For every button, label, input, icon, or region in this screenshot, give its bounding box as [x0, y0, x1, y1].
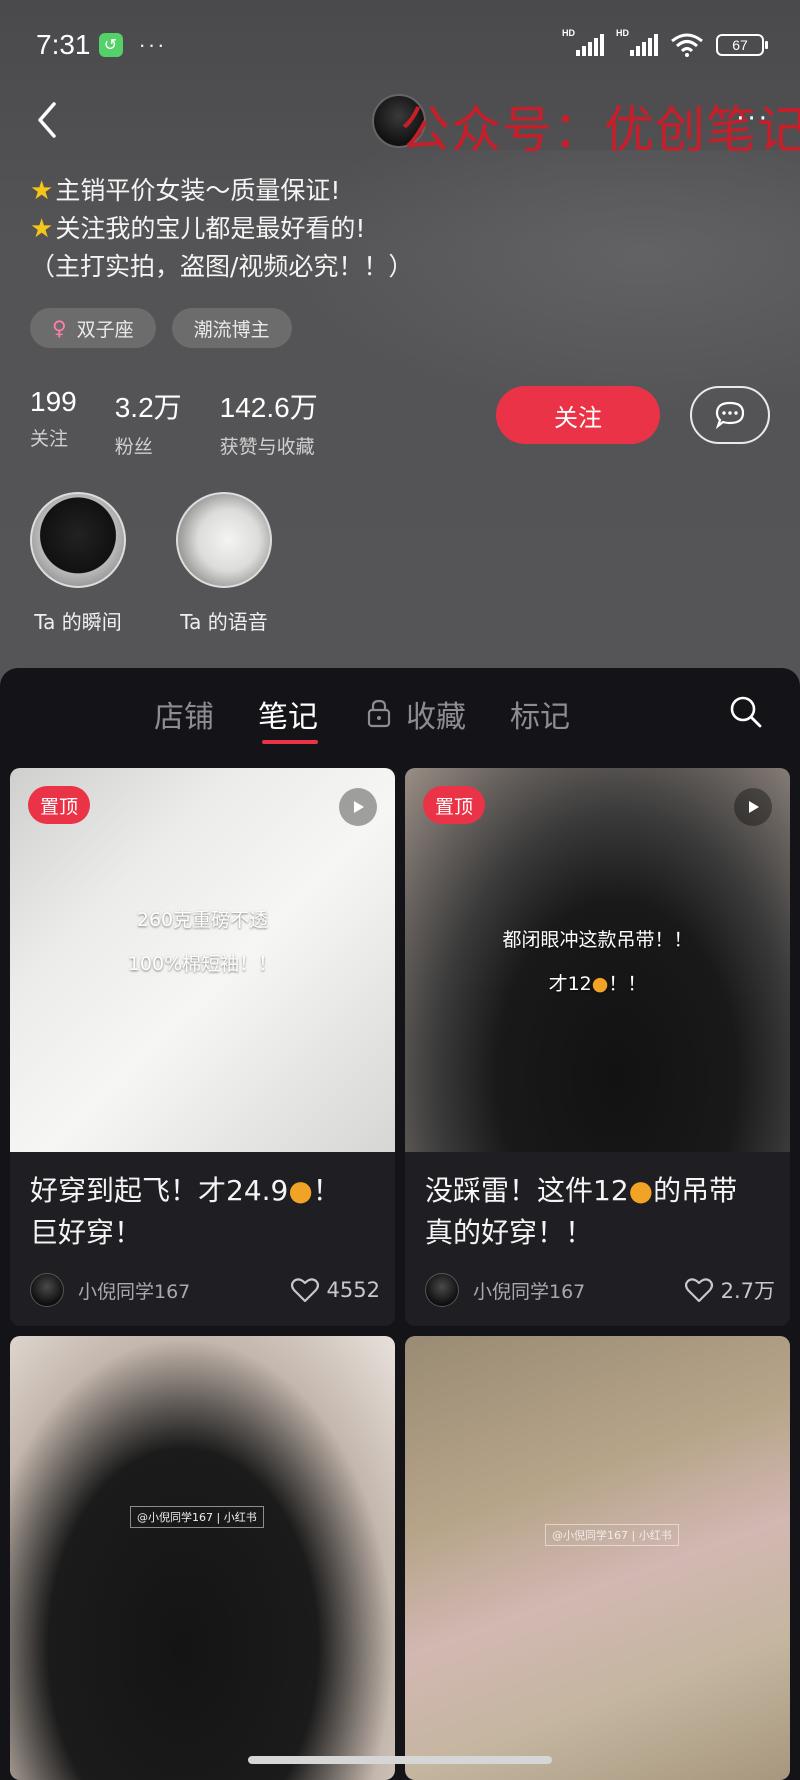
- overlay-text: 才12●！！: [405, 962, 790, 1006]
- active-tab-indicator: [262, 740, 318, 744]
- title-part: ！: [312, 1174, 341, 1207]
- overlay-part: 才12: [548, 973, 592, 995]
- money-bag-icon: ●: [288, 1174, 313, 1207]
- image-watermark: @小倪同学167 | 小红书: [130, 1506, 264, 1528]
- voice-shortcut[interactable]: Ta 的语音: [176, 492, 272, 635]
- wifi-icon: [671, 33, 703, 57]
- note-cover-image: 260克重磅不透 100%棉短袖！！: [10, 768, 395, 1152]
- voice-thumbnail: [176, 492, 272, 588]
- back-button[interactable]: [30, 98, 70, 142]
- note-footer: 小倪同学167 2.7万: [425, 1270, 775, 1310]
- note-card[interactable]: @小倪同学167 | 小红书: [405, 1336, 790, 1780]
- video-play-icon: [734, 788, 772, 826]
- title-part: 巨好穿！: [30, 1216, 143, 1249]
- profile-stats: 199 关注 3.2万 粉丝 142.6万 获赞与收藏: [30, 386, 318, 459]
- signal-icon: HD: [562, 28, 604, 56]
- message-button[interactable]: [690, 386, 770, 444]
- moments-label: Ta 的瞬间: [34, 610, 122, 634]
- title-part: 的吊带: [653, 1174, 738, 1207]
- chat-icon: [715, 401, 745, 430]
- note-card[interactable]: @小倪同学167 | 小红书: [10, 1336, 395, 1780]
- image-watermark: @小倪同学167 | 小红书: [545, 1524, 679, 1546]
- pinned-badge: 置顶: [423, 786, 486, 824]
- heart-icon: [684, 1278, 713, 1303]
- moments-shortcut[interactable]: Ta 的瞬间: [30, 492, 126, 635]
- pinned-badge: 置顶: [28, 786, 91, 824]
- note-cover-image: @小倪同学167 | 小红书: [10, 1336, 395, 1780]
- status-time: 7:31: [36, 29, 91, 60]
- tag-zodiac[interactable]: ♀ 双子座: [30, 308, 156, 348]
- home-indicator[interactable]: [248, 1756, 552, 1764]
- author-name[interactable]: 小倪同学167: [78, 1277, 190, 1304]
- tab-bar: 店铺 笔记 收藏 标记: [0, 668, 800, 758]
- profile-tags: ♀ 双子座 潮流博主: [30, 308, 292, 348]
- tag-label: 潮流博主: [193, 318, 270, 341]
- like-count: 2.7万: [720, 1279, 775, 1303]
- signal-icon: HD: [616, 28, 658, 56]
- voice-label: Ta 的语音: [180, 610, 268, 634]
- content-panel: 店铺 笔记 收藏 标记 260克重磅不透 100%棉短袖！！ 置顶 好穿到起飞！…: [0, 668, 800, 1780]
- tag-category[interactable]: 潮流博主: [171, 308, 292, 348]
- follow-button[interactable]: 关注: [496, 386, 660, 444]
- stat-label: 关注: [30, 428, 69, 450]
- female-icon: ♀: [52, 316, 67, 340]
- profile-bio: ★ 主销平价女装～质量保证! ★ 关注我的宝儿都是最好看的! （主打实拍，盗图/视频…: [30, 172, 413, 286]
- stat-label: 获赞与收藏: [219, 436, 315, 458]
- more-options-button[interactable]: ···: [736, 104, 770, 134]
- lock-icon: [367, 699, 391, 728]
- title-part: 好穿到起飞！才24.9: [30, 1174, 289, 1207]
- stat-followers[interactable]: 3.2万 粉丝: [115, 386, 182, 459]
- stat-number: 3.2万: [114, 392, 182, 423]
- bio-line: （主打实拍，盗图/视频必究！！）: [30, 252, 414, 281]
- overlay-text: 260克重磅不透: [136, 909, 269, 931]
- video-play-icon: [339, 788, 377, 826]
- author-avatar[interactable]: [425, 1273, 459, 1307]
- note-card[interactable]: 都闭眼冲这款吊带！！ 才12●！！ 置顶 没踩雷！这件12●的吊带 真的好穿！！…: [405, 768, 790, 1326]
- moments-thumbnail: [30, 492, 126, 588]
- profile-shortcuts: Ta 的瞬间 Ta 的语音: [30, 492, 272, 635]
- bio-line: 主销平价女装～质量保证!: [55, 176, 341, 205]
- like-count: 4552: [326, 1278, 380, 1302]
- money-bag-icon: ●: [591, 973, 609, 995]
- app-notification-icon: ↺: [98, 33, 123, 57]
- battery-level: 67: [732, 37, 748, 53]
- star-icon: ★: [30, 176, 54, 206]
- battery-icon: 67: [716, 34, 768, 56]
- like-button[interactable]: 4552: [290, 1277, 380, 1303]
- status-bar: 7:31 ↺ ··· HD HD 67: [0, 0, 800, 90]
- note-card[interactable]: 260克重磅不透 100%棉短袖！！ 置顶 好穿到起飞！才24.9●！ 巨好穿！…: [10, 768, 395, 1326]
- tab-marks[interactable]: 标记: [510, 692, 570, 736]
- money-bag-icon: ●: [628, 1174, 654, 1207]
- heart-icon: [290, 1278, 319, 1303]
- status-more-icon: ···: [138, 32, 167, 57]
- title-part: 没踩雷！这件12: [425, 1174, 629, 1207]
- overlay-part: ！！: [608, 973, 647, 995]
- note-footer: 小倪同学167 4552: [30, 1270, 380, 1310]
- title-part: 真的好穿！！: [425, 1216, 594, 1249]
- search-icon[interactable]: [728, 694, 764, 730]
- tab-collections[interactable]: 收藏: [406, 692, 466, 736]
- like-button[interactable]: 2.7万: [684, 1275, 775, 1305]
- stat-number: 199: [30, 386, 77, 417]
- author-avatar[interactable]: [30, 1273, 64, 1307]
- stat-likes[interactable]: 142.6万 获赞与收藏: [220, 386, 318, 459]
- bio-line: 关注我的宝儿都是最好看的!: [55, 214, 366, 243]
- note-title: 没踩雷！这件12●的吊带 真的好穿！！: [425, 1170, 775, 1254]
- tab-shop[interactable]: 店铺: [154, 692, 214, 736]
- note-cover-image: @小倪同学167 | 小红书: [405, 1336, 790, 1780]
- profile-nav: 公众号：优创笔记 ···: [0, 90, 800, 159]
- stat-label: 粉丝: [114, 436, 153, 458]
- star-icon: ★: [30, 214, 54, 244]
- tag-label: 双子座: [76, 318, 134, 341]
- stat-following[interactable]: 199 关注: [30, 386, 77, 459]
- author-name[interactable]: 小倪同学167: [473, 1277, 585, 1304]
- overlay-text: 都闭眼冲这款吊带！！: [502, 929, 693, 951]
- tab-notes[interactable]: 笔记: [258, 692, 318, 736]
- note-cover-image: 都闭眼冲这款吊带！！ 才12●！！: [405, 768, 790, 1152]
- note-title: 好穿到起飞！才24.9●！ 巨好穿！: [30, 1170, 380, 1254]
- overlay-text: 100%棉短袖！！: [127, 953, 278, 975]
- stat-number: 142.6万: [219, 392, 318, 423]
